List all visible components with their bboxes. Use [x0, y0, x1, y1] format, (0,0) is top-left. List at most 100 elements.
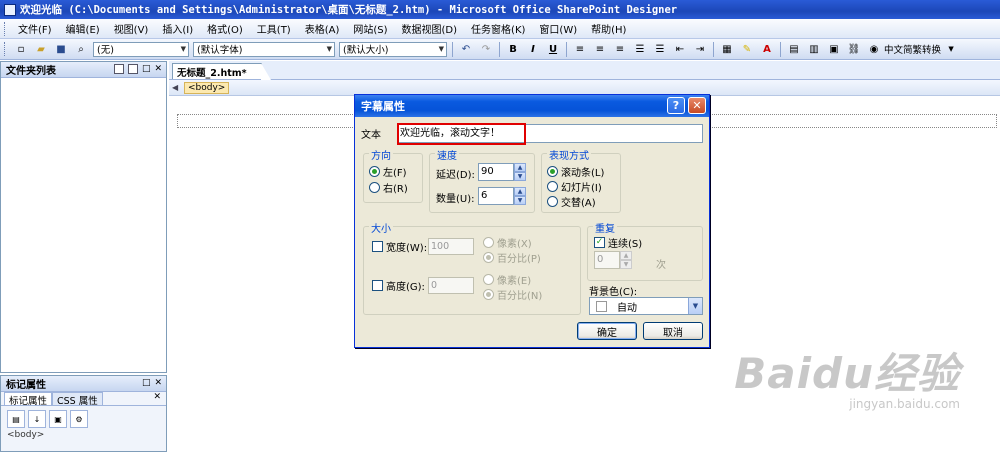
amount-value[interactable]: 6	[478, 187, 514, 205]
new-page-icon[interactable]: ▫	[13, 41, 29, 57]
width-pixels-radio[interactable]: 像素(X)	[483, 235, 532, 250]
menu-site[interactable]: 网站(S)	[346, 21, 394, 36]
quick-tag-body[interactable]: <body>	[184, 81, 230, 94]
ok-button[interactable]: 确定	[577, 322, 637, 340]
spin-up-icon[interactable]: ▲	[620, 251, 632, 260]
align-center-icon[interactable]: ≡	[592, 41, 608, 57]
menu-insert[interactable]: 插入(I)	[155, 21, 200, 36]
layer-icon[interactable]: ▥	[806, 41, 822, 57]
align-right-icon[interactable]: ≡	[612, 41, 628, 57]
size-select[interactable]: (默认大小) ▼	[339, 41, 447, 57]
tag-icon[interactable]: ⚙	[70, 410, 88, 428]
help-button[interactable]: ?	[667, 97, 685, 114]
chevron-left-icon[interactable]: ◀	[172, 82, 181, 94]
amount-spinner[interactable]: 6 ▲ ▼	[478, 187, 526, 205]
table-icon[interactable]: ▤	[786, 41, 802, 57]
chinese-convert-button[interactable]: 中文简繁转换	[884, 42, 941, 56]
behavior-scroll-radio[interactable]: 滚动条(L)	[547, 164, 604, 179]
highlight-icon[interactable]: ✎	[739, 41, 755, 57]
dialog-title-bar: 字幕属性 ? ✕	[355, 95, 709, 117]
font-select-value: (默认字体)	[197, 45, 243, 56]
menu-help[interactable]: 帮助(H)	[584, 21, 633, 36]
repeat-count-spinner[interactable]: 0 ▲ ▼	[594, 251, 632, 269]
redo-icon[interactable]: ↷	[478, 41, 494, 57]
spin-up-icon[interactable]: ▲	[514, 187, 526, 196]
style-select[interactable]: (无) ▼	[93, 41, 189, 57]
borders-icon[interactable]: ▦	[719, 41, 735, 57]
behavior-slide-radio[interactable]: 幻灯片(I)	[547, 179, 602, 194]
spin-down-icon[interactable]: ▼	[514, 196, 526, 205]
bold-button[interactable]: B	[505, 41, 521, 57]
show-set-properties-icon[interactable]: ▣	[49, 410, 67, 428]
close-icon[interactable]: ✕	[154, 64, 162, 74]
width-input[interactable]: 100	[428, 238, 474, 255]
sort-az-icon[interactable]: ↓	[28, 410, 46, 428]
categorized-icon[interactable]: ▤	[7, 410, 25, 428]
cancel-button[interactable]: 取消	[643, 322, 703, 340]
hyperlink-icon[interactable]: ⛓	[846, 41, 862, 57]
dialog-title: 字幕属性	[361, 100, 405, 113]
open-folder-icon[interactable]: ▰	[33, 41, 49, 57]
height-percent-radio[interactable]: 百分比(N)	[483, 287, 542, 302]
menu-tools[interactable]: 工具(T)	[250, 21, 298, 36]
save-icon[interactable]: ■	[53, 41, 69, 57]
menu-view[interactable]: 视图(V)	[107, 21, 156, 36]
spin-down-icon[interactable]: ▼	[620, 260, 632, 269]
picture-icon[interactable]: ▣	[826, 41, 842, 57]
tab-document[interactable]: 无标题_2.htm*	[172, 63, 271, 80]
chevron-down-icon[interactable]: ▼	[943, 41, 959, 57]
page-icon[interactable]	[127, 64, 138, 74]
print-preview-icon[interactable]: ⌕	[73, 41, 89, 57]
underline-button[interactable]: U	[545, 41, 561, 57]
undo-icon[interactable]: ↶	[458, 41, 474, 57]
chevron-down-icon[interactable]: ▼	[688, 298, 702, 314]
selected-tag-label: <body>	[7, 430, 45, 440]
menu-task-panes[interactable]: 任务窗格(K)	[464, 21, 532, 36]
maximize-icon[interactable]: □	[142, 64, 151, 74]
font-select[interactable]: (默认字体) ▼	[193, 41, 335, 57]
width-percent-radio[interactable]: 百分比(P)	[483, 250, 541, 265]
menu-format[interactable]: 格式(O)	[200, 21, 250, 36]
menu-table[interactable]: 表格(A)	[298, 21, 347, 36]
menu-data-view[interactable]: 数据视图(D)	[395, 21, 465, 36]
direction-right-radio[interactable]: 右(R)	[369, 180, 408, 195]
spin-up-icon[interactable]: ▲	[514, 163, 526, 172]
increase-indent-icon[interactable]: ⇥	[692, 41, 708, 57]
decrease-indent-icon[interactable]: ⇤	[672, 41, 688, 57]
delay-spinner[interactable]: 90 ▲ ▼	[478, 163, 526, 181]
height-input[interactable]: 0	[428, 277, 474, 294]
bgcolor-select[interactable]: 自动 ▼	[589, 297, 703, 315]
radio-dot	[547, 196, 558, 207]
bullet-list-icon[interactable]: ☰	[652, 41, 668, 57]
globe-icon[interactable]: ◉	[866, 41, 882, 57]
numbered-list-icon[interactable]: ☰	[632, 41, 648, 57]
direction-left-radio[interactable]: 左(F)	[369, 164, 407, 179]
menu-file[interactable]: 文件(F)	[11, 21, 59, 36]
behavior-alternate-radio[interactable]: 交替(A)	[547, 194, 596, 209]
height-checkbox[interactable]: 高度(G):	[372, 278, 425, 293]
folder-list-header: 文件夹列表 □ ✕	[1, 62, 166, 78]
align-left-icon[interactable]: ≡	[572, 41, 588, 57]
tab-tag-properties[interactable]: 标记属性	[4, 392, 53, 407]
dialog-close-button[interactable]: ✕	[688, 97, 706, 114]
restore-icon[interactable]	[113, 64, 124, 74]
close-icon[interactable]: ✕	[153, 392, 161, 402]
menu-window[interactable]: 窗口(W)	[532, 21, 584, 36]
folder-list-title: 文件夹列表	[6, 66, 56, 77]
delay-value[interactable]: 90	[478, 163, 514, 181]
tag-pane-tabs: 标记属性 CSS 属性 ✕	[1, 392, 166, 407]
menu-grip[interactable]	[4, 21, 8, 36]
italic-button[interactable]: I	[525, 41, 541, 57]
maximize-icon[interactable]: □	[142, 378, 151, 388]
spin-down-icon[interactable]: ▼	[514, 172, 526, 181]
width-checkbox[interactable]: 宽度(W):	[372, 239, 427, 254]
close-icon[interactable]: ✕	[154, 378, 162, 388]
app-icon	[4, 3, 16, 16]
font-color-icon[interactable]: A	[759, 41, 775, 57]
continuous-checkbox[interactable]: ✓ 连续(S)	[594, 235, 642, 250]
height-pixels-radio[interactable]: 像素(E)	[483, 272, 531, 287]
toolbar-grip[interactable]	[4, 42, 8, 56]
menu-edit[interactable]: 编辑(E)	[59, 21, 107, 36]
tab-css-properties[interactable]: CSS 属性	[52, 392, 103, 407]
repeat-count-value[interactable]: 0	[594, 251, 620, 269]
